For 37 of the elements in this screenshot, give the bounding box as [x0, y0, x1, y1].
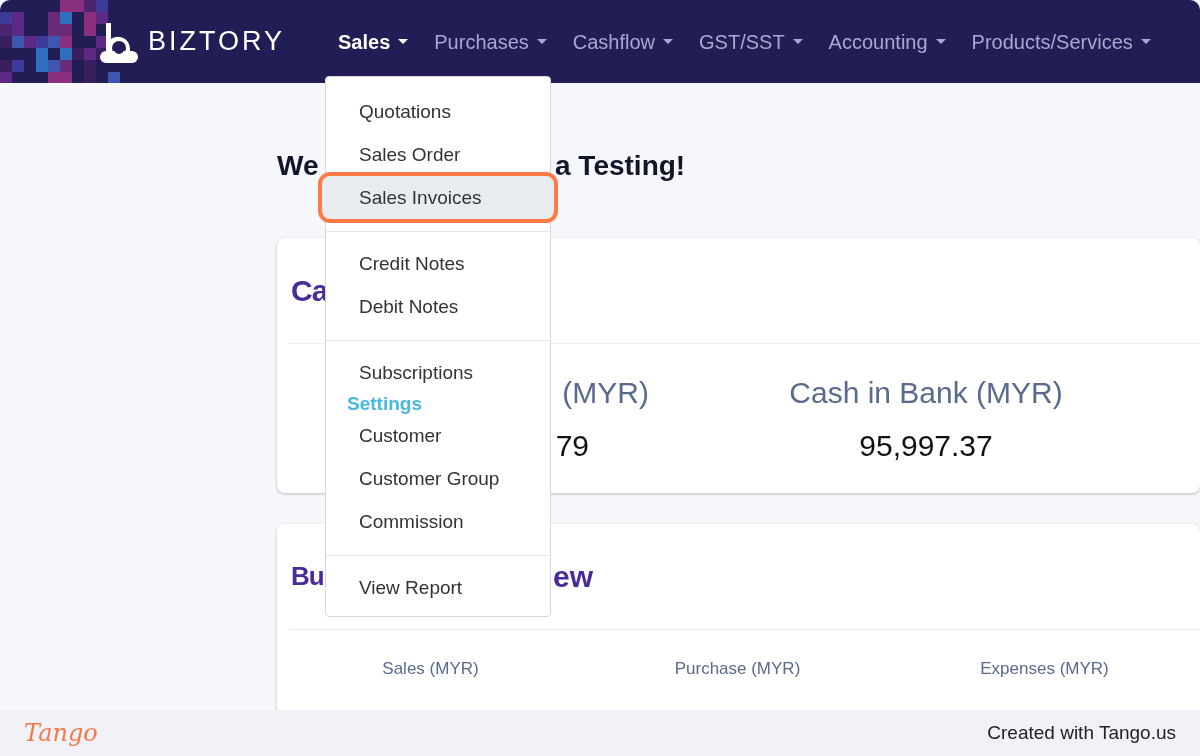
menu-item[interactable]: Subscriptions [326, 351, 550, 394]
menu-item[interactable]: Customer [326, 414, 550, 457]
logo-icon [98, 20, 140, 63]
heading-text: a Testing! [555, 149, 686, 183]
heading-text: We [277, 150, 319, 181]
footer-text: Created with Tango.us [987, 720, 1176, 745]
column-label: Expenses (MYR) [980, 659, 1109, 678]
menu-item[interactable]: Customer Group [326, 457, 550, 500]
stat-label: Cash in Bank (MYR) [789, 375, 1063, 411]
caret-icon [398, 38, 409, 45]
menu-item[interactable]: Sales Order [326, 133, 550, 176]
caret-icon [935, 38, 946, 45]
menu-item[interactable]: Quotations [326, 90, 550, 133]
menu-section-header: Settings [346, 394, 423, 414]
caret-icon [663, 38, 674, 45]
stat-label: (MYR) [562, 375, 649, 411]
caret-icon [1140, 38, 1151, 45]
nav-menu-item[interactable]: Purchases [431, 26, 550, 57]
nav-menu-item[interactable]: Products/Services [968, 26, 1154, 57]
menu-item[interactable]: Credit Notes [326, 242, 550, 285]
menu-item[interactable]: View Report [326, 566, 550, 609]
menu-item[interactable]: Debit Notes [326, 285, 550, 328]
brand-name: BIZTORY [148, 25, 286, 59]
nav-menu-item[interactable]: Sales [335, 26, 412, 57]
card-title: ew [553, 559, 594, 595]
caret-icon [792, 38, 803, 45]
caret-icon [536, 38, 547, 45]
stat-value: 79 [555, 428, 589, 464]
card-title: Bu [291, 561, 324, 591]
column-label: Sales (MYR) [382, 659, 479, 678]
column-label: Purchase (MYR) [674, 659, 801, 678]
nav-menu-item[interactable]: Accounting [825, 26, 949, 57]
menu-item[interactable]: Commission [326, 500, 550, 543]
nav-menu-item[interactable]: Cashflow [569, 26, 677, 57]
nav-menu-item[interactable]: GST/SST [696, 26, 806, 57]
footer-logo: Tango [24, 718, 98, 749]
stat-value: 95,997.37 [859, 428, 993, 464]
